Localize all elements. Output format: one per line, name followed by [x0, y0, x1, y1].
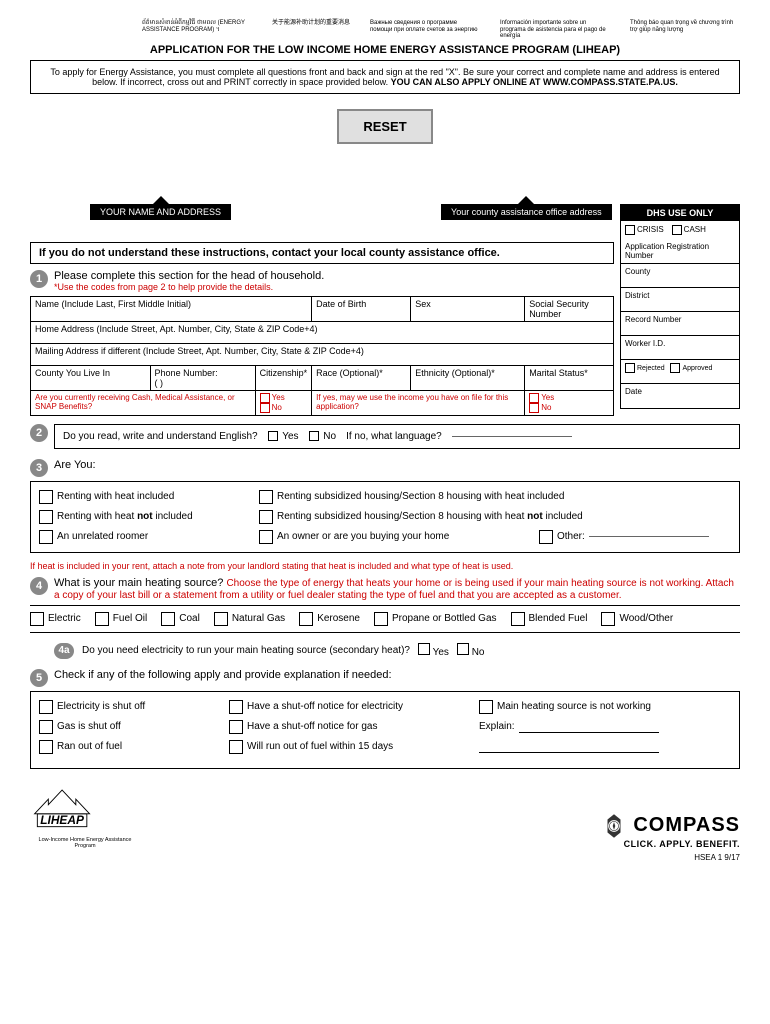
section-4a: 4a Do you need electricity to run your m…	[54, 643, 740, 659]
gas-shutoff-check[interactable]	[39, 720, 53, 734]
language-input[interactable]	[452, 436, 572, 437]
income-question: If yes, may we use the income you have o…	[312, 390, 525, 415]
heat-note: If heat is included in your rent, attach…	[30, 561, 740, 571]
name-address-label: YOUR NAME AND ADDRESS	[90, 204, 231, 220]
ran-out-check[interactable]	[39, 740, 53, 754]
cash-checkbox[interactable]: CASH	[672, 225, 706, 235]
ssn-field[interactable]: Social Security Number	[525, 296, 614, 321]
subsidized-heat-not-incl-check[interactable]	[259, 510, 273, 524]
other-housing-input[interactable]	[589, 536, 709, 537]
secondary-heat-no[interactable]: No	[457, 643, 485, 658]
owner-check[interactable]	[259, 530, 273, 544]
english-yes[interactable]: Yes	[268, 431, 299, 442]
heat-broken-check[interactable]	[479, 700, 493, 714]
ethnicity-field[interactable]: Ethnicity (Optional)*	[411, 365, 525, 390]
roomer-check[interactable]	[39, 530, 53, 544]
phone-field[interactable]: Phone Number:( )	[150, 365, 255, 390]
heating-source-options: Electric Fuel Oil Coal Natural Gas Keros…	[30, 605, 740, 633]
section-1-head: 1 Please complete this section for the h…	[30, 270, 614, 292]
explain-input-2[interactable]	[479, 741, 659, 753]
subsidized-heat-incl-check[interactable]	[259, 490, 273, 504]
race-field[interactable]: Race (Optional)*	[312, 365, 411, 390]
fuel-wood-check[interactable]	[601, 612, 615, 626]
housing-options: Renting with heat included Renting subsi…	[30, 481, 740, 553]
fuel-blended-check[interactable]	[511, 612, 525, 626]
fuel-electric-check[interactable]	[30, 612, 44, 626]
fuel-propane-check[interactable]	[374, 612, 388, 626]
will-run-out-check[interactable]	[229, 740, 243, 754]
instruction-box: To apply for Energy Assistance, you must…	[30, 60, 740, 94]
mailing-address-field[interactable]: Mailing Address if different (Include St…	[31, 343, 614, 365]
section-4-head: 4 What is your main heating source? Choo…	[30, 577, 740, 601]
svg-text:LIHEAP: LIHEAP	[40, 813, 84, 827]
section-number-1: 1	[30, 270, 48, 288]
household-table: Name (Include Last, First Middle Initial…	[30, 296, 614, 416]
fuel-natgas-check[interactable]	[214, 612, 228, 626]
liheap-logo: LIHEAP Low-Income Home Energy Assistance…	[30, 779, 140, 849]
other-housing-check[interactable]	[539, 530, 553, 544]
explain-input-1[interactable]	[519, 721, 659, 733]
footer: LIHEAP Low-Income Home Energy Assistance…	[30, 779, 740, 849]
secondary-heat-yes[interactable]: Yes	[418, 643, 449, 658]
home-address-field[interactable]: Home Address (Include Street, Apt. Numbe…	[31, 321, 614, 343]
sex-field[interactable]: Sex	[411, 296, 525, 321]
compass-logo: COMPASS CLICK. APPLY. BENEFIT.	[601, 813, 740, 849]
reset-button[interactable]: RESET	[337, 109, 432, 144]
compass-icon	[601, 813, 627, 839]
form-id: HSEA 1 9/17	[30, 853, 740, 862]
fuel-kerosene-check[interactable]	[299, 612, 313, 626]
county-field[interactable]: County You Live In	[31, 365, 151, 390]
understand-bar: If you do not understand these instructi…	[30, 242, 614, 264]
citizenship-field[interactable]: Citizenship*	[255, 365, 312, 390]
section-5-head: 5 Check if any of the following apply an…	[30, 669, 740, 687]
gas-notice-check[interactable]	[229, 720, 243, 734]
fuel-oil-check[interactable]	[95, 612, 109, 626]
marital-field[interactable]: Marital Status*	[525, 365, 614, 390]
snap-question: Are you currently receiving Cash, Medica…	[31, 390, 256, 415]
crisis-checkbox[interactable]: CRISIS	[625, 225, 664, 235]
section-2-head: 2 Do you read, write and understand Engl…	[30, 424, 740, 455]
section-3-head: 3 Are You:	[30, 459, 740, 477]
elec-notice-check[interactable]	[229, 700, 243, 714]
rent-heat-not-incl-check[interactable]	[39, 510, 53, 524]
dhs-use-only-box: DHS USE ONLY CRISIS CASH Application Reg…	[620, 204, 740, 409]
name-field[interactable]: Name (Include Last, First Middle Initial…	[31, 296, 312, 321]
elec-shutoff-check[interactable]	[39, 700, 53, 714]
status-checks: Electricity is shut off Have a shut-off …	[30, 691, 740, 769]
county-office-label: Your county assistance office address	[441, 204, 612, 220]
rent-heat-incl-check[interactable]	[39, 490, 53, 504]
page-title: APPLICATION FOR THE LOW INCOME HOME ENER…	[30, 44, 740, 56]
dob-field[interactable]: Date of Birth	[312, 296, 411, 321]
snap-yesno[interactable]: YesNo	[255, 390, 312, 415]
fuel-coal-check[interactable]	[161, 612, 175, 626]
english-no[interactable]: No	[309, 431, 337, 442]
income-yesno[interactable]: YesNo	[525, 390, 614, 415]
header-language-notices: ព័ត៌មានសំខាន់អំពីកម្មវិធី ថាមពល (ENERGY …	[30, 20, 740, 40]
